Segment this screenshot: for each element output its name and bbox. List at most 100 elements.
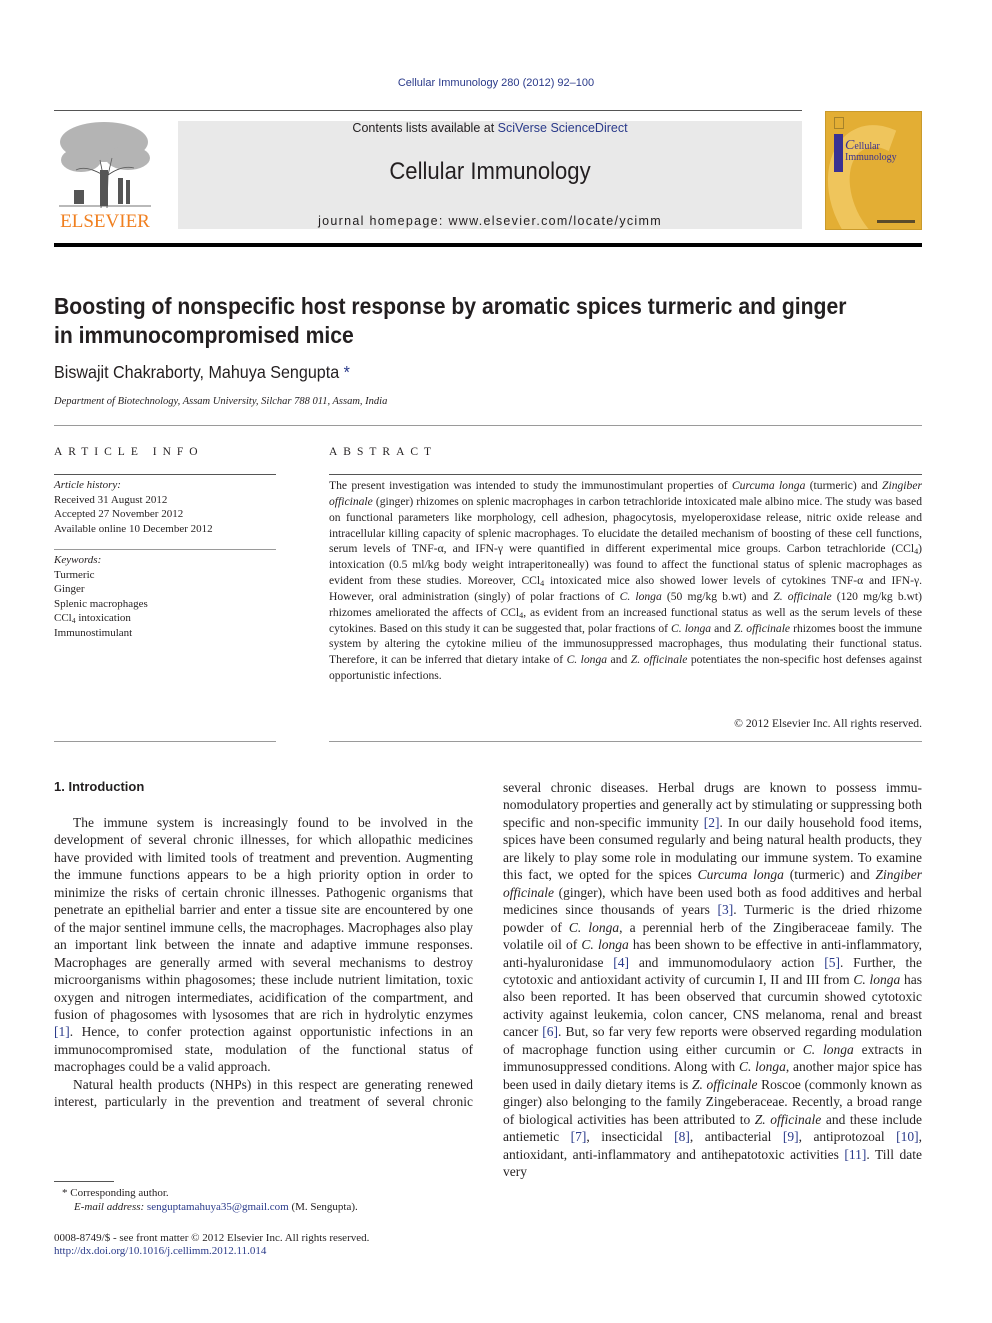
title-line1: Boosting of nonspecific host response by… [54,293,847,319]
citation-link[interactable]: [5] [824,955,840,970]
journal-banner: Contents lists available at SciVerse Sci… [178,121,802,229]
citation-link[interactable]: [1] [54,1024,70,1039]
cover-footer [877,220,915,223]
text-fragment: The immune system is increasingly found … [54,815,473,1022]
article-info-rule [54,474,276,475]
text-fragment: C. longa [619,589,662,603]
keyword: Immunostimulant [54,626,133,639]
abstract-bottom-rule [329,741,922,742]
text-fragment: C. longa [802,1041,854,1057]
citation-link[interactable]: [11] [844,1147,866,1162]
email-suffix: (M. Sengupta). [288,1201,358,1213]
body-column-left: The immune system is increasingly found … [54,814,473,1111]
cover-title-line2: Immunology [845,152,897,163]
abstract-copyright: © 2012 Elsevier Inc. All rights reserved… [734,717,922,730]
text-fragment: . Hence, to confer protection against op… [54,1024,473,1075]
keywords: Keywords: Turmeric Ginger Splenic macrop… [54,553,276,640]
text-fragment: Curcuma longa [731,479,806,492]
cover-publisher-mark [834,117,844,129]
paragraph-continued: several chronic diseases. Herbal drugs a… [503,779,922,1180]
keyword: CCl4 intoxication [54,612,131,625]
sciencedirect-link[interactable]: SciVerse ScienceDirect [498,121,628,135]
front-matter-note: 0008-8749/$ - see front matter © 2012 El… [54,1232,370,1244]
cover-title: Cellular Immunology [845,138,897,164]
footnote-rule [54,1181,114,1182]
abstract-rule [329,474,922,475]
text-fragment: and [607,653,631,667]
paragraph: Natural health products (NHPs) in this r… [54,1076,473,1111]
history-accepted: Accepted 27 November 2012 [54,508,184,520]
history-received: Received 31 August 2012 [54,493,168,506]
elsevier-logo[interactable]: ELSEVIER [54,120,156,232]
citation-link[interactable]: [7] [571,1129,587,1144]
header-rule [54,110,802,111]
journal-homepage[interactable]: journal homepage: www.elsevier.com/locat… [178,214,802,228]
corresponding-author-mark[interactable]: * [344,362,350,382]
keyword: Splenic macrophages [54,597,148,610]
text-fragment: C. longa [671,621,712,635]
text-fragment: C. longa [738,1059,786,1075]
citation-link[interactable]: [9] [783,1129,799,1144]
paragraph: The immune system is increasingly found … [54,814,473,1076]
corresponding-author-note: * Corresponding author. [62,1187,169,1199]
text-fragment: Z. officinale [733,621,791,635]
text-fragment: Z. officinale [691,1076,758,1092]
affiliation: Department of Biotechnology, Assam Unive… [54,396,388,407]
text-fragment: , antiprotozoal [798,1129,897,1145]
citation-link[interactable]: [3] [718,902,734,917]
history-label: Article history: [54,479,121,491]
article-title: Boosting of nonspecific host response by… [54,292,864,350]
email-label: E-mail address: [74,1201,147,1213]
text-fragment: (turmeric) and [783,867,876,883]
abstract-heading: ABSTRACT [329,446,438,458]
text-fragment: Z. officinale [630,653,688,667]
text-fragment: , antibacterial [689,1129,783,1145]
cover-title-line1: ellular [854,141,880,152]
keyword: Ginger [54,583,85,595]
doi-link[interactable]: http://dx.doi.org/10.1016/j.cellimm.2012… [54,1245,266,1257]
text-fragment: (turmeric) and [805,479,883,492]
journal-cover[interactable]: Cellular Immunology [825,111,922,230]
text-fragment: C. longa [566,653,608,667]
text-fragment: Z. officinale [754,1111,822,1127]
article-info-bottom-rule [54,741,276,742]
text-fragment: Natural health products (NHPs) in this r… [54,1076,473,1110]
citation-link[interactable]: [4] [613,955,629,970]
email-note: E-mail address: senguptamahuya35@gmail.c… [74,1200,358,1215]
keyword: Turmeric [54,568,95,581]
affiliation-rule [54,425,922,426]
article-history: Article history: Received 31 August 2012… [54,478,276,536]
citation-link[interactable]: [6] [542,1024,558,1039]
text-fragment: The present investigation was intended t… [329,479,732,492]
keywords-rule [54,549,276,550]
journal-title: Cellular Immunology [389,158,591,185]
citation-link[interactable]: [8] [674,1129,690,1144]
text-fragment: and [711,621,734,635]
authors: Biswajit Chakraborty, Mahuya Sengupta * [54,362,350,383]
contents-line: Contents lists available at SciVerse Sci… [178,121,802,135]
text-fragment: C. longa [568,919,620,935]
keywords-label: Keywords: [54,554,102,566]
text-fragment: C. longa [581,937,629,953]
elsevier-wordmark: ELSEVIER [60,211,150,232]
abstract-text: The present investigation was intended t… [329,478,922,684]
cover-initial: C [845,138,855,153]
elsevier-tree-icon [59,122,151,208]
running-head[interactable]: Cellular Immunology 280 (2012) 92–100 [0,77,992,89]
title-line2: in immunocompromised mice [54,322,354,348]
masthead-thick-rule [54,243,922,247]
text-fragment: (50 mg/kg b.wt) and [661,589,774,603]
contents-prefix: Contents lists available at [352,121,498,135]
history-online: Available online 10 December 2012 [54,522,213,535]
section-heading-introduction: 1. Introduction [54,779,145,794]
text-fragment: and immunomodulaory ac­tion [629,954,825,970]
citation-link[interactable]: [10] [896,1129,919,1144]
citation-link[interactable]: [2] [704,815,720,830]
text-fragment: , insecti­cidal [586,1129,675,1145]
doi-line: http://dx.doi.org/10.1016/j.cellimm.2012… [54,1245,266,1257]
article-info-heading: ARTICLE INFO [54,446,204,458]
email-link[interactable]: senguptamahuya35@gmail.com [147,1201,289,1213]
text-fragment: (ginger) rhizomes on splenic macrophages… [329,494,922,556]
cover-accent-bar [834,134,843,172]
author-names: Biswajit Chakraborty, Mahuya Sengupta [54,362,340,382]
